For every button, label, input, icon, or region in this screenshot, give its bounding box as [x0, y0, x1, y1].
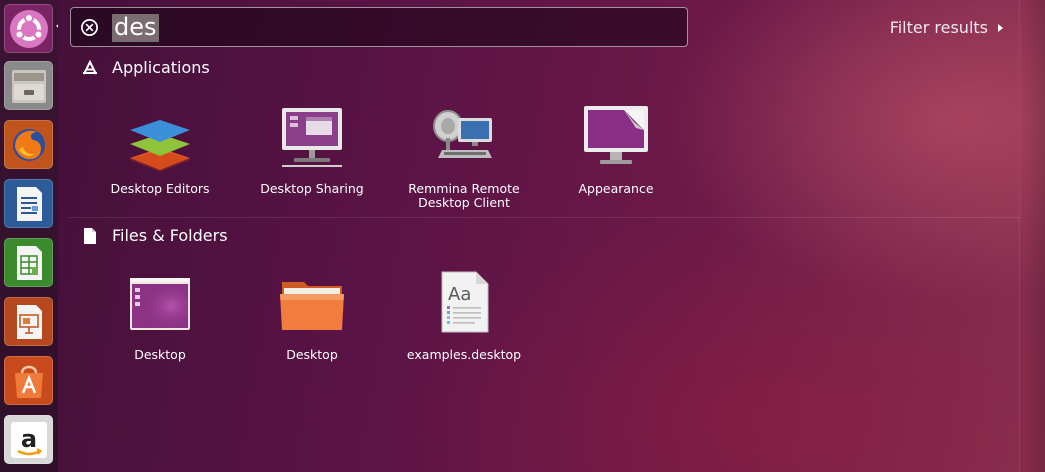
category-title: Applications: [112, 58, 210, 77]
app-label: Remmina Remote Desktop Client: [389, 182, 539, 210]
chevron-right-icon: [998, 23, 1003, 32]
file-label: examples.desktop: [406, 347, 522, 362]
launcher-amazon[interactable]: a: [4, 415, 53, 464]
calc-icon: [16, 245, 42, 280]
launcher: a: [0, 0, 61, 472]
search-box[interactable]: des: [70, 7, 688, 47]
orange-folder-icon: [276, 270, 348, 342]
launcher-dash-button[interactable]: [4, 4, 53, 53]
app-desktop-sharing[interactable]: Desktop Sharing: [237, 104, 387, 196]
filter-results-label: Filter results: [889, 18, 988, 37]
category-files-header[interactable]: Files & Folders: [82, 226, 228, 245]
remmina-icon: [428, 104, 500, 176]
firefox-icon: [12, 128, 45, 161]
app-label: Desktop Sharing: [260, 181, 364, 196]
app-label-line-2: Desktop Client: [418, 195, 510, 210]
launcher-firefox[interactable]: [4, 120, 53, 169]
desktop-folder-icon: [124, 270, 196, 342]
appearance-icon: [580, 104, 652, 176]
launcher-calc[interactable]: [4, 238, 53, 287]
category-title: Files & Folders: [112, 226, 228, 245]
desktop-editors-icon: [124, 104, 196, 176]
writer-icon: [16, 186, 42, 221]
app-appearance[interactable]: Appearance: [541, 104, 691, 196]
amazon-icon: a: [10, 421, 47, 458]
launcher-impress[interactable]: [4, 297, 53, 346]
file-examples-desktop[interactable]: Aa examples.desktop: [389, 270, 539, 362]
launcher-file-manager[interactable]: [4, 61, 53, 110]
file-manager-icon: [11, 69, 46, 103]
app-label: Desktop Editors: [110, 181, 210, 196]
file-desktop-2[interactable]: Desktop: [237, 270, 387, 362]
app-desktop-editors[interactable]: Desktop Editors: [85, 104, 235, 196]
ubuntu-logo-icon: [9, 9, 48, 48]
app-label: Appearance: [578, 181, 654, 196]
file-icon: [84, 227, 96, 244]
filter-results-button[interactable]: Filter results: [890, 18, 1003, 37]
launcher-writer[interactable]: [4, 179, 53, 228]
applications-icon: [83, 59, 97, 74]
text-file-icon: Aa: [428, 270, 500, 342]
app-label-line-1: Remmina Remote: [408, 181, 520, 196]
category-applications-header[interactable]: Applications: [82, 58, 210, 77]
desktop-sharing-icon: [276, 104, 348, 176]
svg-text:a: a: [20, 425, 36, 453]
file-desktop-1[interactable]: Desktop: [85, 270, 235, 362]
category-divider: [68, 217, 1020, 218]
svg-text:Aa: Aa: [448, 284, 471, 305]
impress-icon: [16, 304, 42, 339]
launcher-software-center[interactable]: [4, 356, 53, 405]
file-label: Desktop: [134, 347, 186, 362]
dash-edge: [1019, 0, 1045, 472]
search-input[interactable]: des: [114, 13, 157, 41]
software-center-icon: [14, 365, 43, 398]
app-remmina[interactable]: Remmina Remote Desktop Client: [389, 104, 539, 210]
clear-search-icon[interactable]: [80, 18, 99, 37]
file-label: Desktop: [286, 347, 338, 362]
